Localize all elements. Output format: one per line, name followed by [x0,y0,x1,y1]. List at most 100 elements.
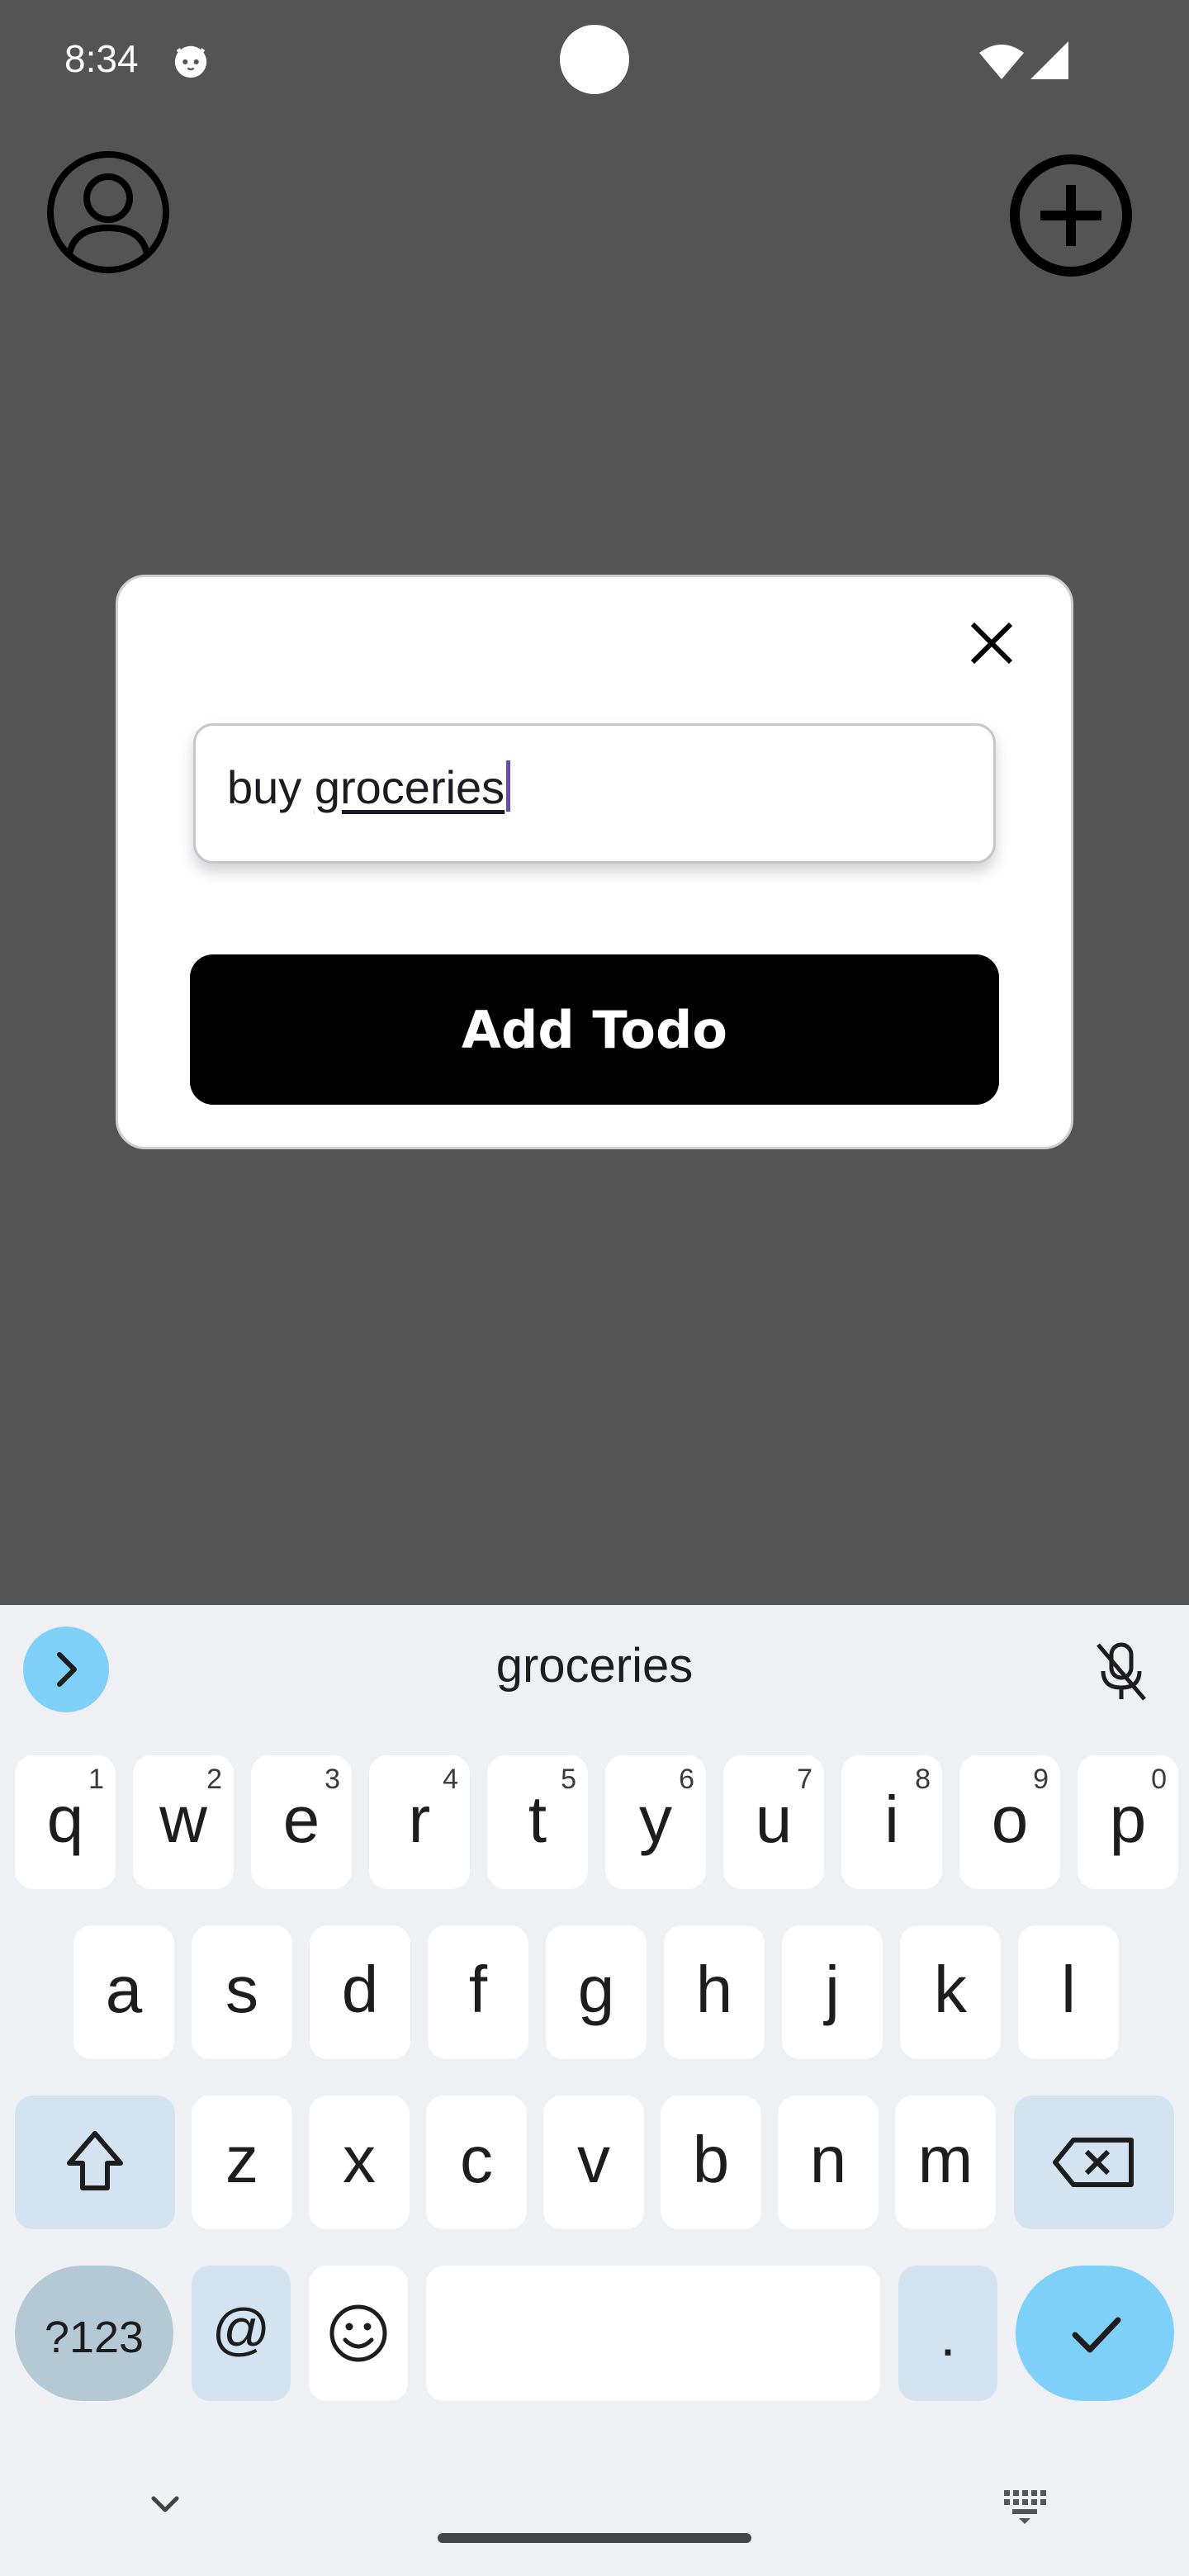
space-key[interactable] [426,2266,880,2401]
keyboard-key-label: j [825,1953,840,2026]
keyboard-key[interactable]: k [900,1925,1001,2059]
keyboard-key-label: y [639,1783,672,1856]
keyboard-key[interactable]: n [778,2095,879,2229]
keyboard-key[interactable]: z [192,2095,292,2229]
keyboard-key-label: s [225,1953,258,2026]
keyboard-key[interactable]: v [543,2095,644,2229]
wifi-icon [979,45,1024,79]
chevron-right-icon [57,1652,77,1687]
keyboard-toolbar-expand-button[interactable] [23,1627,109,1712]
close-icon[interactable] [963,614,1021,672]
keyboard-key[interactable]: x [309,2095,410,2229]
camera-cutout [560,25,629,94]
keyboard-key[interactable]: t5 [487,1755,588,1889]
status-bar: 8:34 [0,0,1189,124]
keyboard-key-label: g [577,1953,615,2026]
todo-input[interactable]: buy groceries [193,723,996,864]
todo-input-value: buy groceries [227,760,511,814]
todo-input-composing-text: groceries [314,761,505,813]
keyboard-key-label: t [528,1783,547,1856]
period-key[interactable]: . [898,2266,997,2401]
keyboard-key-label: l [1061,1953,1076,2026]
keyboard-key[interactable]: g [546,1925,647,2059]
keyboard-key-label: e [282,1783,320,1856]
keyboard-key-label: k [934,1953,967,2026]
status-time: 8:34 [64,37,139,80]
keyboard-key-hint: 6 [679,1764,694,1795]
symbols-key-label: ?123 [44,2313,144,2362]
symbols-key[interactable]: ?123 [15,2266,173,2401]
check-icon [1072,2317,1121,2353]
keyboard-key[interactable]: i8 [841,1755,942,1889]
keyboard-key-hint: 0 [1151,1764,1167,1795]
keyboard-key-hint: 4 [443,1764,458,1795]
keyboard-suggestion[interactable]: groceries [347,1638,842,1704]
text-caret [506,760,511,812]
keyboard-icon[interactable] [1001,2484,1049,2526]
account-circle-icon[interactable] [45,149,172,276]
keyboard-key[interactable]: j [782,1925,883,2059]
gesture-nav-handle[interactable] [438,2533,751,2543]
keyboard-key-label: i [884,1783,899,1856]
backspace-icon [1053,2138,1134,2187]
keyboard-key[interactable]: y6 [605,1755,706,1889]
keyboard-key-label: b [692,2123,730,2196]
keyboard-key-label: p [1109,1783,1147,1856]
keyboard-key-label: v [577,2123,610,2196]
keyboard-key-label: q [46,1783,84,1856]
add-todo-button[interactable]: Add Todo [190,954,999,1105]
keyboard-key-hint: 8 [915,1764,931,1795]
keyboard-key-label: n [809,2123,847,2196]
emoji-key[interactable] [309,2266,408,2401]
cat-notification-icon [174,45,207,78]
at-key[interactable]: @ [192,2266,291,2401]
keyboard-key-label: f [468,1953,488,2026]
keyboard-key[interactable]: p0 [1078,1755,1178,1889]
keyboard-key[interactable]: l [1018,1925,1119,2059]
keyboard-key-label: r [408,1783,431,1856]
keyboard-key[interactable]: a [73,1925,174,2059]
keyboard-key[interactable]: r4 [369,1755,470,1889]
chevron-down-icon[interactable] [142,2485,188,2525]
keyboard-key-label: x [343,2123,376,2196]
keyboard-key-hint: 7 [797,1764,812,1795]
keyboard-key[interactable]: e3 [251,1755,352,1889]
keyboard-key-label: o [991,1783,1029,1856]
keyboard-key-hint: 5 [561,1764,576,1795]
keyboard-key[interactable]: u7 [723,1755,824,1889]
keyboard-key[interactable]: m [895,2095,996,2229]
shift-icon [67,2131,123,2190]
keyboard-key-label: c [460,2123,493,2196]
keyboard-key[interactable]: q1 [15,1755,116,1889]
mic-off-icon[interactable] [1088,1636,1154,1706]
todo-input-plain-text: buy [227,761,315,813]
keyboard-key[interactable]: c [426,2095,527,2229]
keyboard-key-label: u [755,1783,793,1856]
keyboard-key[interactable]: w2 [133,1755,234,1889]
period-key-label: . [940,2304,956,2368]
keyboard-key-label: w [159,1783,207,1856]
emoji-icon [329,2304,387,2362]
keyboard [0,1605,1189,2576]
keyboard-key-hint: 9 [1033,1764,1049,1795]
backspace-key[interactable] [1014,2095,1174,2229]
keyboard-key[interactable]: f [428,1925,528,2059]
keyboard-key-label: d [341,1953,379,2026]
keyboard-key[interactable]: b [661,2095,761,2229]
keyboard-key-label: h [695,1953,733,2026]
keyboard-key[interactable]: s [192,1925,292,2059]
keyboard-key-hint: 2 [206,1764,222,1795]
keyboard-key[interactable]: d [310,1925,410,2059]
at-key-label: @ [211,2297,271,2361]
signal-icon [1030,41,1068,79]
add-todo-button-label: Add Todo [462,999,727,1060]
keyboard-key[interactable]: o9 [959,1755,1060,1889]
keyboard-key[interactable]: h [664,1925,765,2059]
keyboard-key-hint: 1 [88,1764,104,1795]
enter-key[interactable] [1016,2266,1174,2401]
add-circle-icon[interactable] [1009,154,1133,277]
keyboard-key-label: m [917,2123,973,2196]
shift-key[interactable] [15,2095,175,2229]
keyboard-key-label: a [105,1953,143,2026]
keyboard-key-label: z [225,2123,258,2196]
